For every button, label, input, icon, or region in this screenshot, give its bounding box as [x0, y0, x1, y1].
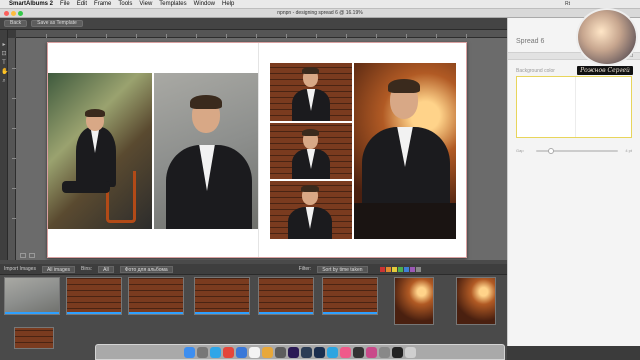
menu-templates[interactable]: Templates — [159, 1, 186, 7]
gap-slider-value: 4 pt — [625, 148, 632, 153]
premiere-icon[interactable] — [288, 346, 299, 358]
gap-slider-knob[interactable] — [548, 148, 554, 154]
bin-folder-select[interactable]: Фото для альбома — [119, 265, 173, 273]
crop-tool-icon[interactable]: ⊡ — [1, 51, 7, 57]
thumbnail[interactable] — [258, 277, 314, 315]
back-button[interactable]: Back — [4, 20, 28, 27]
webcam-caption: Рожнов Сергей — [577, 66, 633, 75]
telegram-icon[interactable] — [327, 346, 338, 358]
ruler-horizontal — [16, 30, 507, 38]
inspector-title: Spread 6 — [516, 38, 545, 45]
finder-icon[interactable] — [184, 346, 195, 358]
single-view-icon[interactable] — [29, 253, 35, 258]
menubar-status: Rt — [565, 1, 570, 7]
green-label-swatch[interactable] — [397, 266, 403, 272]
image-thumbnails — [0, 275, 507, 349]
red-label-swatch[interactable] — [379, 266, 385, 272]
office-chair-photo[interactable] — [48, 73, 152, 229]
minimize-window-button[interactable] — [11, 11, 16, 16]
thumbnail[interactable] — [194, 277, 250, 315]
background-color-label: Background color — [516, 68, 555, 74]
table — [354, 203, 456, 239]
zoom-tool-icon[interactable]: ⌕ — [1, 78, 7, 84]
brick-photo-1[interactable] — [270, 63, 352, 121]
background-color-preview[interactable] — [516, 76, 632, 138]
thumbnail[interactable] — [394, 277, 434, 325]
text-tool-icon[interactable]: T — [1, 60, 7, 66]
menu-window[interactable]: Window — [194, 1, 215, 7]
thumbnail[interactable] — [128, 277, 184, 315]
menu-help[interactable]: Help — [222, 1, 234, 7]
smartalbums-icon[interactable] — [275, 346, 286, 358]
save-as-template-button[interactable]: Save as Template — [31, 20, 83, 27]
thumbnail[interactable] — [4, 277, 60, 315]
tool-strip: ▸ ⊡ T ✋ ⌕ — [0, 30, 8, 260]
canvas-view-toggles — [20, 253, 35, 258]
menu-frame[interactable]: Frame — [94, 1, 111, 7]
launchpad-icon[interactable] — [197, 346, 208, 358]
photos-icon[interactable] — [262, 346, 273, 358]
menubar: SmartAlbums 2 File Edit Frame Tools View… — [0, 0, 640, 9]
zoom-window-button[interactable] — [18, 11, 23, 16]
grey-label-swatch[interactable] — [415, 266, 421, 272]
spread-spine — [258, 43, 259, 257]
grid-view-icon[interactable] — [20, 253, 26, 258]
import-images-button[interactable]: Import Images — [4, 266, 36, 272]
thumbnail[interactable] — [322, 277, 378, 315]
window-titlebar: npnpn - designing spread 6 @ 16.19% — [0, 9, 640, 18]
system-preferences-icon[interactable] — [379, 346, 390, 358]
hand-tool-icon[interactable]: ✋ — [1, 69, 8, 75]
mail-icon[interactable] — [236, 346, 247, 358]
itunes-icon[interactable] — [340, 346, 351, 358]
thumbnail[interactable] — [66, 277, 122, 315]
macos-dock — [95, 344, 505, 360]
brick-photo-3[interactable] — [270, 181, 352, 239]
gap-slider[interactable]: Gap 4 pt — [516, 148, 632, 154]
menu-view[interactable]: View — [139, 1, 152, 7]
bins-label: Bins: — [81, 266, 93, 272]
webcam-overlay — [576, 8, 638, 66]
menu-app[interactable]: SmartAlbums 2 — [9, 1, 53, 7]
brick-table-photo[interactable] — [354, 63, 456, 239]
image-browser-toolbar: Import Images All images Bins: All Фото … — [0, 264, 507, 275]
images-select[interactable]: All images — [41, 265, 76, 273]
photoshop-icon[interactable] — [314, 346, 325, 358]
thumbnail[interactable] — [14, 327, 54, 349]
close-window-button[interactable] — [4, 11, 9, 16]
trash-icon[interactable] — [405, 346, 416, 358]
smartalbums-window: SmartAlbums 2 File Edit Frame Tools View… — [0, 0, 640, 360]
toolbar: Back Save as Template — [0, 18, 507, 30]
pointer-tool-icon[interactable]: ▸ — [1, 42, 7, 48]
menu-file[interactable]: File — [60, 1, 70, 7]
safari-icon[interactable] — [210, 346, 221, 358]
menu-tools[interactable]: Tools — [118, 1, 132, 7]
brick-photo-2[interactable] — [270, 123, 352, 179]
yellow-label-swatch[interactable] — [391, 266, 397, 272]
album-spread[interactable] — [47, 42, 467, 258]
lightroom-icon[interactable] — [301, 346, 312, 358]
window-title: npnpn - designing spread 6 @ 16.19% — [277, 10, 363, 16]
color-label-swatches — [379, 266, 421, 272]
quicktime-icon[interactable] — [353, 346, 364, 358]
terminal-icon[interactable] — [392, 346, 403, 358]
calendar-icon[interactable] — [249, 346, 260, 358]
filter-label: Filter: — [298, 266, 312, 272]
blue-label-swatch[interactable] — [403, 266, 409, 272]
chrome-icon[interactable] — [223, 346, 234, 358]
purple-label-swatch[interactable] — [409, 266, 415, 272]
menu-edit[interactable]: Edit — [77, 1, 87, 7]
black-suit-portrait-photo[interactable] — [154, 73, 258, 229]
music-icon[interactable] — [366, 346, 377, 358]
ruler-vertical — [8, 38, 16, 260]
thumbnail[interactable] — [456, 277, 496, 325]
gap-slider-label: Gap — [516, 148, 524, 153]
bins-select[interactable]: All — [98, 265, 114, 273]
filter-select[interactable]: Sort by time taken — [317, 265, 368, 273]
orange-label-swatch[interactable] — [385, 266, 391, 272]
